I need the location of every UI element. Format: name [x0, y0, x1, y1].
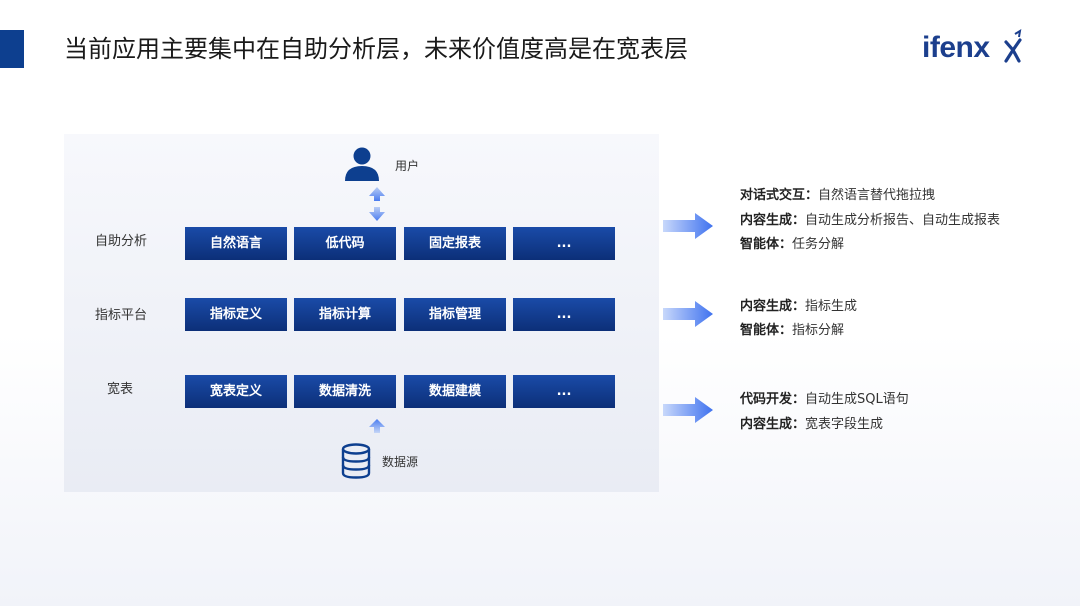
desc-key: 内容生成 [740, 299, 793, 314]
box-low-code[interactable]: 低代码 [294, 227, 396, 260]
double-arrow-icon [369, 187, 385, 221]
desc-value: 自动生成分析报告、自动生成报表 [805, 213, 1001, 228]
desc-sep: ： [779, 323, 793, 338]
desc-key: 内容生成 [740, 213, 793, 228]
desc-line: 对话式交互：自然语言替代拖拉拽 [740, 187, 935, 205]
desc-line: 智能体：任务分解 [740, 236, 844, 254]
desc-sep: ： [792, 213, 806, 228]
box-fixed-report[interactable]: 固定报表 [404, 227, 506, 260]
desc-key: 代码开发 [740, 392, 793, 407]
box-natural-language[interactable]: 自然语言 [185, 227, 287, 260]
up-arrow-icon [369, 419, 385, 433]
desc-value: 指标分解 [792, 323, 845, 338]
right-arrow-icon [663, 213, 713, 239]
box-data-modeling[interactable]: 数据建模 [404, 375, 506, 408]
desc-value: 宽表字段生成 [805, 417, 884, 432]
datasource-label: 数据源 [382, 455, 419, 469]
box-more-3[interactable]: ... [513, 375, 615, 408]
desc-line: 智能体：指标分解 [740, 322, 844, 340]
desc-line: 内容生成：宽表字段生成 [740, 416, 883, 434]
box-data-cleaning[interactable]: 数据清洗 [294, 375, 396, 408]
desc-key: 对话式交互 [740, 188, 806, 203]
box-metric-management[interactable]: 指标管理 [404, 298, 506, 331]
desc-line: 内容生成：自动生成分析报告、自动生成报表 [740, 212, 1000, 230]
page-title: 当前应用主要集中在自助分析层，未来价值度高是在宽表层 [64, 35, 688, 63]
desc-line: 代码开发：自动生成SQL语句 [740, 391, 909, 409]
logo-text: ifenx [922, 31, 990, 64]
row-label-self-service: 自助分析 [95, 234, 148, 249]
database-icon [341, 443, 371, 479]
logo-mark-icon [1004, 29, 1022, 63]
desc-value: 任务分解 [792, 237, 845, 252]
user-icon [345, 147, 379, 181]
right-arrow-icon [663, 301, 713, 327]
box-more-1[interactable]: ... [513, 227, 615, 260]
right-arrow-icon [663, 397, 713, 423]
desc-key: 智能体 [740, 323, 780, 338]
row-label-metrics-platform: 指标平台 [95, 308, 148, 323]
desc-sep: ： [805, 188, 819, 203]
desc-value: 指标生成 [805, 299, 858, 314]
desc-value: 自然语言替代拖拉拽 [818, 188, 936, 203]
desc-key: 内容生成 [740, 417, 793, 432]
desc-sep: ： [792, 392, 806, 407]
desc-line: 内容生成：指标生成 [740, 298, 857, 316]
box-more-2[interactable]: ... [513, 298, 615, 331]
box-wide-table-definition[interactable]: 宽表定义 [185, 375, 287, 408]
desc-sep: ： [779, 237, 793, 252]
row-label-wide-table: 宽表 [107, 382, 134, 397]
box-metric-definition[interactable]: 指标定义 [185, 298, 287, 331]
box-metric-calculation[interactable]: 指标计算 [294, 298, 396, 331]
user-label: 用户 [395, 159, 420, 173]
logo: ifenx [922, 28, 1022, 68]
accent-bar [0, 30, 24, 68]
desc-sep: ： [792, 299, 806, 314]
desc-sep: ： [792, 417, 806, 432]
desc-value: 自动生成SQL语句 [805, 392, 909, 407]
desc-key: 智能体 [740, 237, 780, 252]
